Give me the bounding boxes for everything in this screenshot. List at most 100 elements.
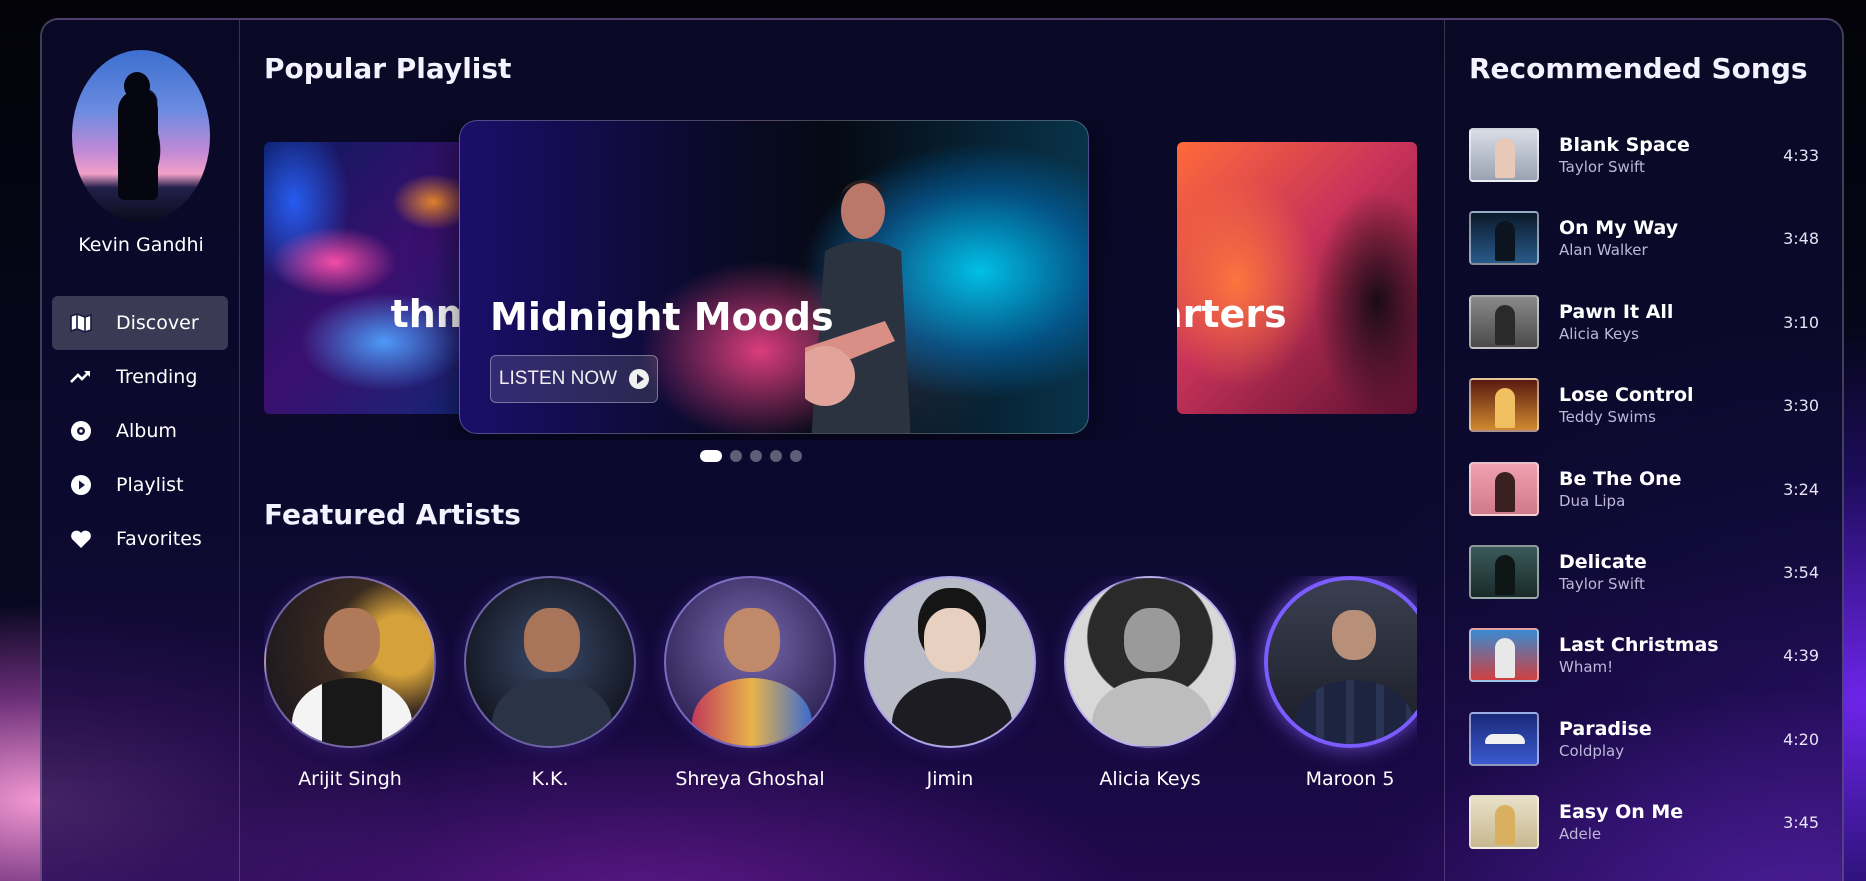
heart-icon <box>68 526 94 552</box>
album-thumbnail <box>1469 628 1539 683</box>
album-thumbnail <box>1469 461 1539 516</box>
carousel-dot[interactable] <box>790 450 802 462</box>
recommended-panel: Recommended Songs Blank Space Taylor Swif… <box>1444 20 1842 881</box>
song-duration: 4:39 <box>1783 646 1819 666</box>
artist-photo <box>1064 576 1236 748</box>
song-artist: Wham! <box>1559 658 1614 677</box>
avatar-silhouette <box>118 72 158 200</box>
song-item[interactable]: Blank Space Taylor Swift 4:33 <box>1469 128 1819 211</box>
nav-item-favorites[interactable]: Favorites <box>52 512 228 566</box>
artist-photo <box>864 576 1036 748</box>
nav-label: Trending <box>116 366 198 388</box>
album-thumbnail <box>1469 711 1539 766</box>
artist-photo <box>464 576 636 748</box>
disc-icon <box>68 418 94 444</box>
trending-icon <box>68 364 94 390</box>
album-thumbnail <box>1469 378 1539 433</box>
artist-card[interactable]: Alicia Keys <box>1064 576 1236 790</box>
song-item[interactable]: Pawn It All Alicia Keys 3:10 <box>1469 294 1819 378</box>
artist-name: Jimin <box>926 768 974 790</box>
playlist-card-next[interactable]: arters <box>1177 142 1417 414</box>
song-artist: Coldplay <box>1559 741 1625 760</box>
song-artist: Taylor Swift <box>1559 574 1645 593</box>
song-item[interactable]: Paradise Coldplay 4:20 <box>1469 711 1819 795</box>
artist-card[interactable]: Shreya Ghoshal <box>664 576 836 790</box>
song-artist: Taylor Swift <box>1559 158 1645 176</box>
song-title: Delicate <box>1559 550 1647 573</box>
artist-card[interactable]: K.K. <box>464 576 636 790</box>
song-duration: 4:33 <box>1783 146 1819 165</box>
recommended-songs-heading: Recommended Songs <box>1469 52 1808 85</box>
nav-label: Album <box>116 420 177 442</box>
song-artist: Alicia Keys <box>1559 324 1639 343</box>
carousel-dot[interactable] <box>730 450 742 462</box>
avatar[interactable] <box>72 50 210 222</box>
song-title: Lose Control <box>1559 384 1694 407</box>
artist-name: Arijit Singh <box>298 768 402 790</box>
song-duration: 3:48 <box>1783 229 1819 249</box>
song-item[interactable]: Last Christmas Wham! 4:39 <box>1469 628 1819 711</box>
nav-item-trending[interactable]: Trending <box>52 350 228 404</box>
play-circle-icon <box>68 472 94 498</box>
artist-name: Shreya Ghoshal <box>675 768 825 790</box>
song-title: Be The One <box>1559 467 1682 490</box>
song-duration: 4:20 <box>1783 729 1819 749</box>
carousel-dot[interactable] <box>700 450 722 462</box>
song-duration: 3:10 <box>1783 312 1819 332</box>
nav-label: Playlist <box>116 474 184 496</box>
nav-item-album[interactable]: Album <box>52 404 228 458</box>
song-title: Pawn It All <box>1559 300 1674 323</box>
artist-photo <box>664 576 836 748</box>
song-item[interactable]: Delicate Taylor Swift 3:54 <box>1469 544 1819 628</box>
artist-card[interactable]: Arijit Singh <box>264 576 436 790</box>
artist-name: Alicia Keys <box>1099 768 1201 790</box>
song-title: Last Christmas <box>1559 634 1719 657</box>
song-list: Blank Space Taylor Swift 4:33 On My Way Al… <box>1469 128 1819 879</box>
nav-label: Discover <box>116 312 199 334</box>
song-title: Blank Space <box>1559 134 1690 156</box>
nav-label: Favorites <box>116 528 202 550</box>
album-thumbnail <box>1469 544 1539 599</box>
song-duration: 3:30 <box>1783 396 1819 416</box>
playlist-carousel: thms arters Midnight Moods LISTEN NOW <box>264 120 1417 440</box>
playlist-card-title: arters <box>1177 292 1287 336</box>
song-title: Easy On Me <box>1559 801 1684 824</box>
artist-card[interactable]: Maroon 5 <box>1264 576 1417 790</box>
song-artist: Alan Walker <box>1559 241 1648 260</box>
carousel-dot[interactable] <box>770 450 782 462</box>
song-item[interactable]: Easy On Me Adele 3:45 <box>1469 795 1819 878</box>
carousel-dot[interactable] <box>750 450 762 462</box>
song-duration: 3:45 <box>1783 813 1819 833</box>
artist-photo <box>1264 576 1417 748</box>
main-nav: Discover Trending Album Playlist Favorit… <box>52 296 228 566</box>
album-thumbnail <box>1469 128 1539 182</box>
listen-now-button[interactable]: LISTEN NOW <box>490 355 658 403</box>
nav-item-playlist[interactable]: Playlist <box>52 458 228 512</box>
song-title: On My Way <box>1559 217 1679 240</box>
app-window: Kevin Gandhi Discover Trending Album Pla… <box>40 18 1844 881</box>
song-item[interactable]: On My Way Alan Walker 3:48 <box>1469 211 1819 294</box>
song-duration: 3:54 <box>1783 562 1819 582</box>
song-artist: Adele <box>1559 825 1602 844</box>
listen-now-label: LISTEN NOW <box>498 368 618 389</box>
playlist-card-featured[interactable]: Midnight Moods LISTEN NOW <box>459 120 1089 434</box>
song-artist: Teddy Swims <box>1559 408 1656 427</box>
song-item[interactable]: Be The One Dua Lipa 3:24 <box>1469 461 1819 545</box>
artist-photo <box>264 576 436 748</box>
album-thumbnail <box>1469 294 1539 349</box>
album-thumbnail <box>1469 211 1539 266</box>
main-content: Popular Playlist thms arters Midnight Mo… <box>240 20 1444 881</box>
carousel-pagination <box>700 450 802 462</box>
featured-artists-heading: Featured Artists <box>264 498 521 531</box>
artist-name: Maroon 5 <box>1305 768 1395 790</box>
play-icon <box>629 369 650 389</box>
user-name: Kevin Gandhi <box>78 234 204 256</box>
featured-artists-row: Arijit Singh K.K. Shreya Ghoshal Jimin A… <box>264 576 1417 881</box>
song-item[interactable]: Lose Control Teddy Swims 3:30 <box>1469 378 1819 461</box>
artist-card[interactable]: Jimin <box>864 576 1036 790</box>
song-artist: Dua Lipa <box>1559 491 1626 510</box>
album-thumbnail <box>1469 795 1539 850</box>
popular-playlist-heading: Popular Playlist <box>264 52 512 85</box>
nav-item-discover[interactable]: Discover <box>52 296 228 350</box>
map-icon <box>68 310 94 336</box>
